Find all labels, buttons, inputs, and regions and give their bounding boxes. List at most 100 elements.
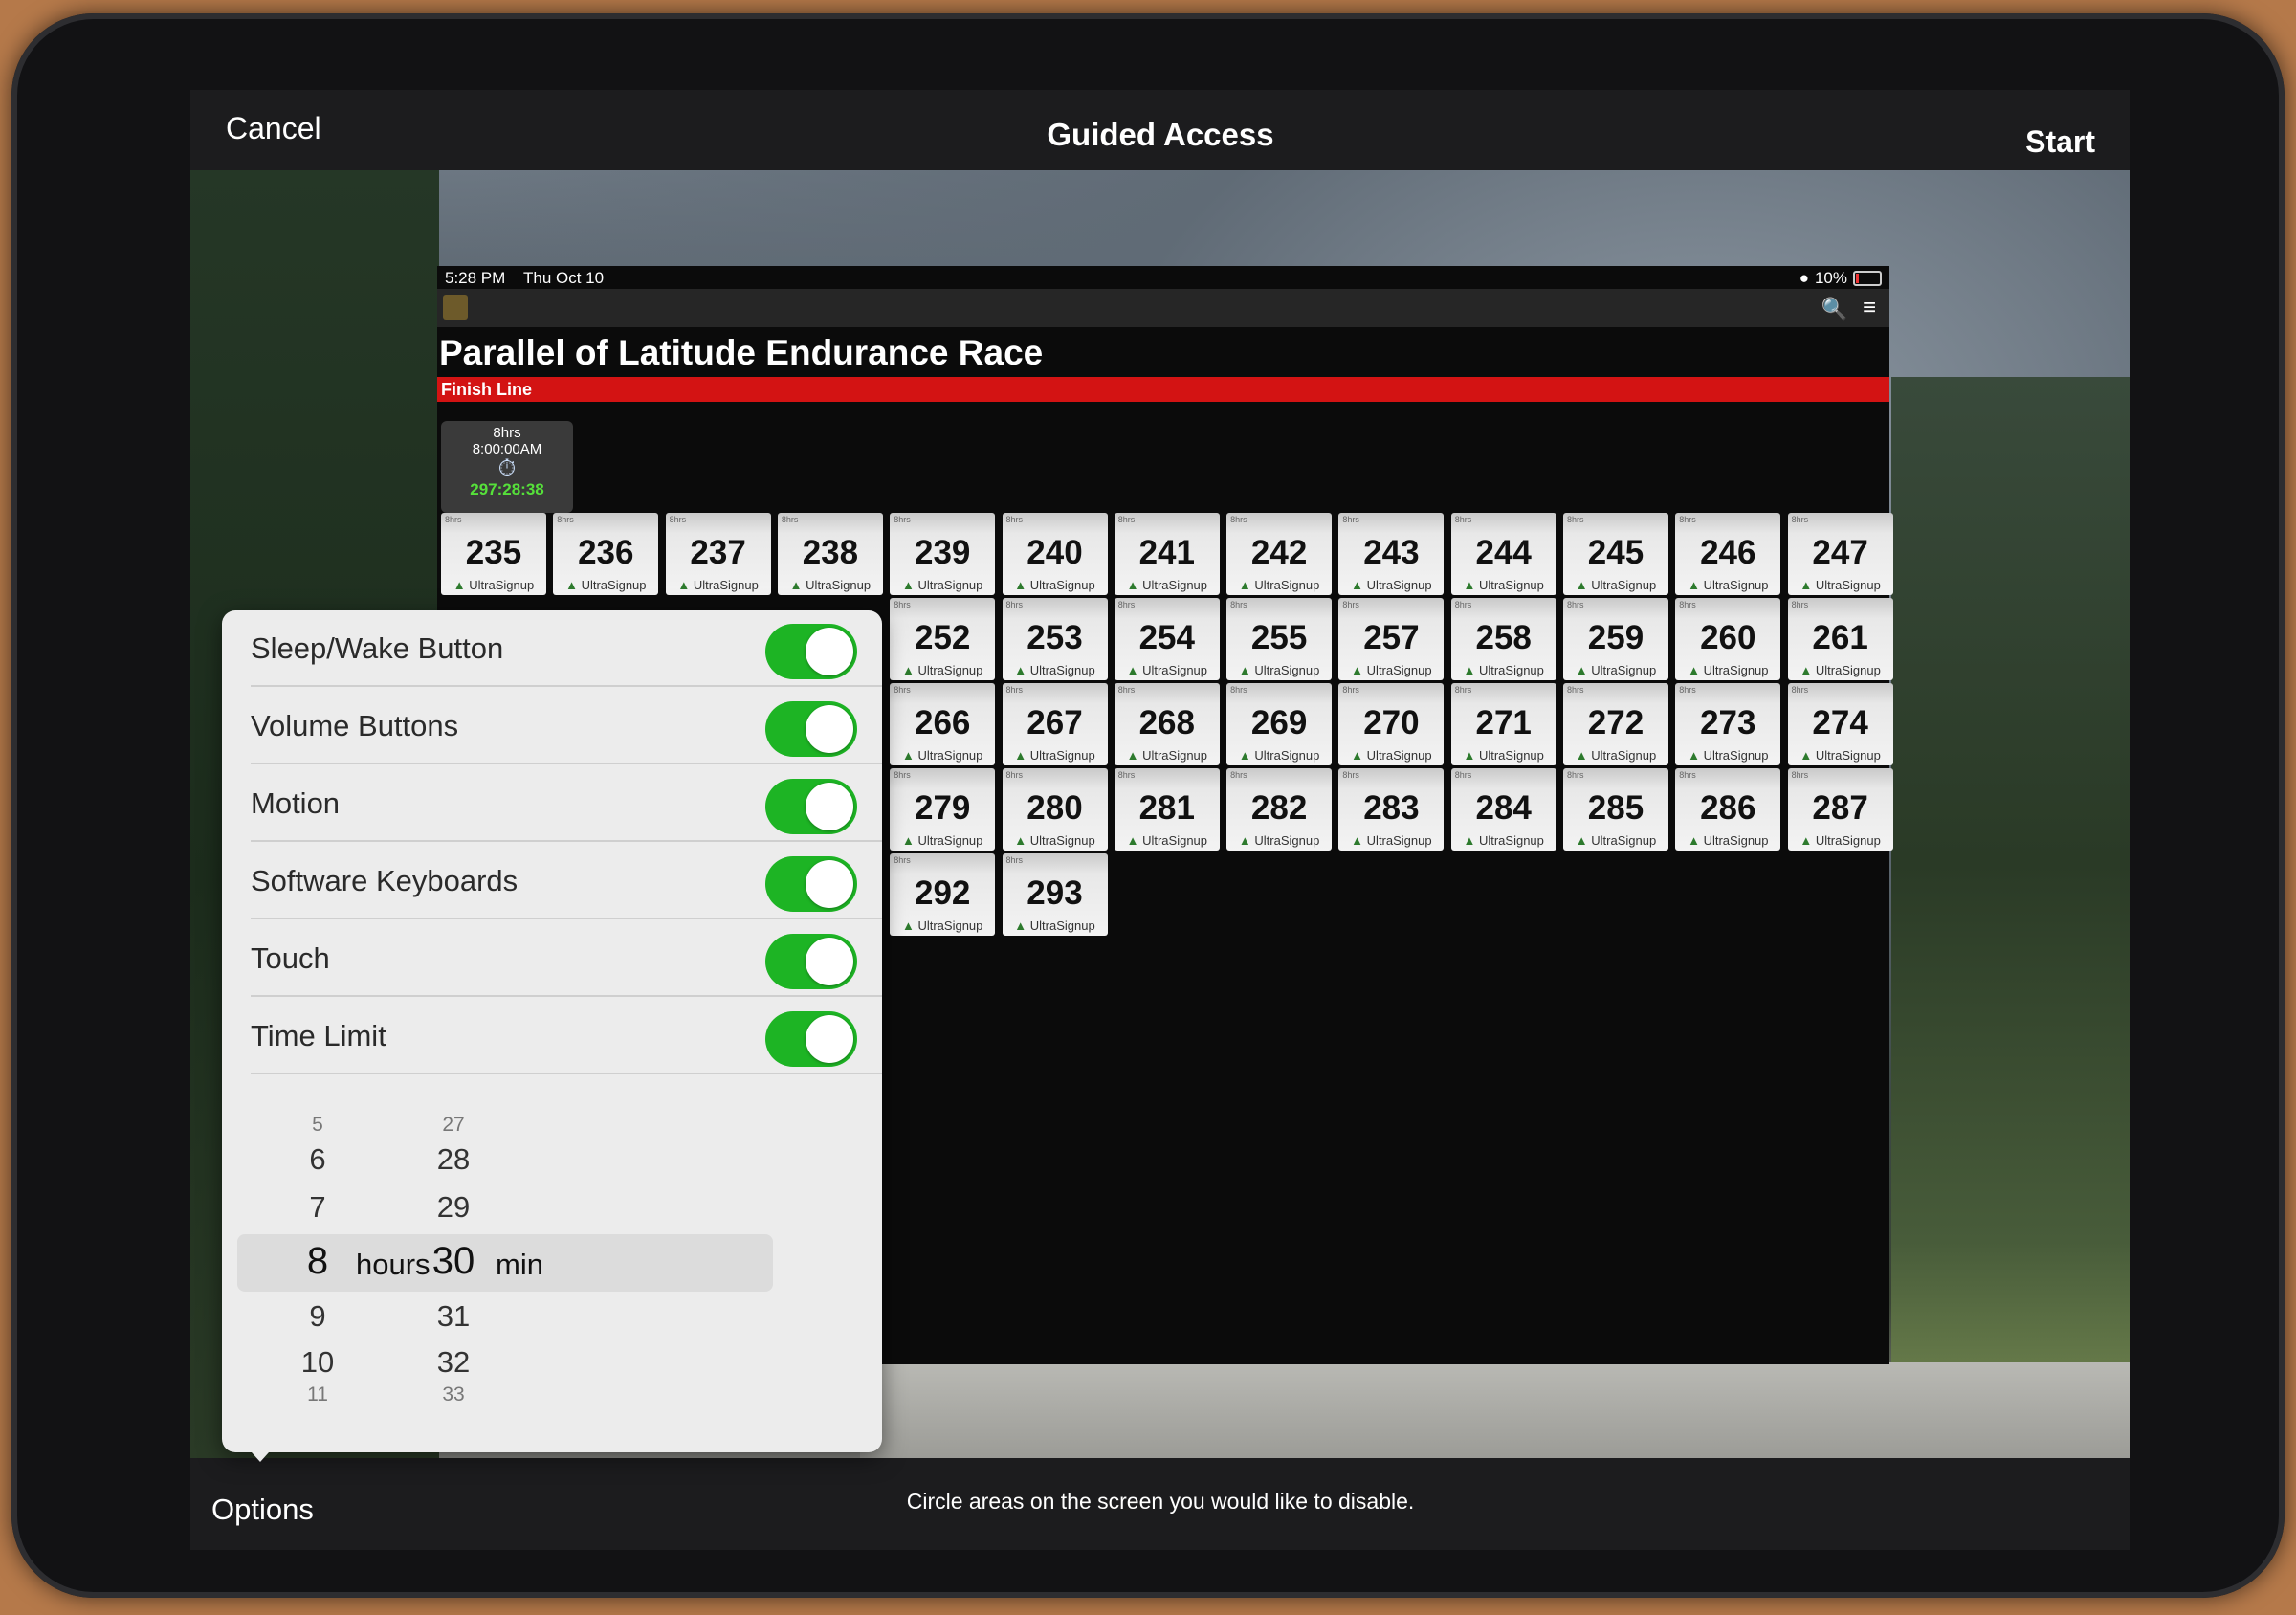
bib-number: 259	[1587, 619, 1645, 656]
bib-tile[interactable]: 8hrs 283 ▲ UltraSignup	[1338, 768, 1445, 851]
bib-tile[interactable]: 8hrs 235 ▲ UltraSignup	[441, 513, 546, 595]
bib-number: 255	[1250, 619, 1308, 656]
motion-toggle[interactable]	[765, 779, 857, 834]
tile-tag: 8hrs	[1342, 685, 1359, 695]
bib-tile[interactable]: 8hrs 268 ▲ UltraSignup	[1114, 683, 1220, 765]
bib-number: 268	[1138, 704, 1195, 741]
bib-tile[interactable]: 8hrs 238 ▲ UltraSignup	[777, 513, 883, 595]
bib-tile[interactable]: 8hrs 273 ▲ UltraSignup	[1675, 683, 1781, 765]
hours-option[interactable]: 9	[289, 1299, 346, 1334]
tree-icon: ▲	[901, 918, 915, 933]
menu-icon[interactable]: ≡	[1863, 295, 1876, 321]
bib-tile[interactable]: 8hrs 258 ▲ UltraSignup	[1450, 598, 1556, 680]
hours-option[interactable]: 7	[289, 1190, 346, 1225]
bib-tile[interactable]: 8hrs 236 ▲ UltraSignup	[553, 513, 659, 595]
bib-tile[interactable]: 8hrs 282 ▲ UltraSignup	[1226, 768, 1333, 851]
tile-tag: 8hrs	[1117, 600, 1136, 609]
tile-brand: ▲ UltraSignup	[1799, 578, 1881, 592]
bib-tile[interactable]: 8hrs 292 ▲ UltraSignup	[890, 853, 996, 936]
bib-tile[interactable]: 8hrs 242 ▲ UltraSignup	[1226, 513, 1333, 595]
bib-tile[interactable]: 8hrs 240 ▲ UltraSignup	[1002, 513, 1108, 595]
option-row-time-limit: Time Limit	[222, 998, 882, 1074]
bib-tile[interactable]: 8hrs 266 ▲ UltraSignup	[890, 683, 996, 765]
minutes-selected[interactable]: 30	[425, 1240, 482, 1283]
hours-selected[interactable]: 8	[289, 1240, 346, 1283]
status-right: ● 10%	[1799, 269, 1882, 288]
start-button[interactable]: Start	[2025, 124, 2095, 160]
tile-tag: 8hrs	[1342, 600, 1359, 609]
bib-tile[interactable]: 8hrs 271 ▲ UltraSignup	[1450, 683, 1556, 765]
bib-tile[interactable]: 8hrs 243 ▲ UltraSignup	[1338, 513, 1445, 595]
tree-icon: ▲	[901, 833, 915, 848]
hours-option[interactable]: 11	[289, 1383, 346, 1406]
bib-tile[interactable]: 8hrs 237 ▲ UltraSignup	[665, 513, 771, 595]
time-limit-picker[interactable]: 5 6 7 8 hours 9 10 11 27 28 29 30 min 31…	[222, 1100, 882, 1416]
volume-buttons-toggle[interactable]	[765, 701, 857, 757]
hours-option[interactable]: 10	[289, 1345, 346, 1380]
tile-tag: 8hrs	[1005, 515, 1024, 524]
tree-icon: ▲	[1126, 663, 1139, 677]
bib-tile[interactable]: 8hrs 270 ▲ UltraSignup	[1338, 683, 1445, 765]
tile-tag: 8hrs	[1117, 685, 1136, 695]
bib-number: 274	[1812, 704, 1868, 741]
search-icon[interactable]: 🔍	[1821, 297, 1847, 321]
bib-tile[interactable]: 8hrs 274 ▲ UltraSignup	[1787, 683, 1893, 765]
hours-unit: hours	[356, 1248, 430, 1281]
bib-tile[interactable]: 8hrs 253 ▲ UltraSignup	[1002, 598, 1108, 680]
tile-brand: ▲ UltraSignup	[1351, 663, 1432, 677]
minutes-option[interactable]: 29	[425, 1190, 482, 1225]
touch-toggle[interactable]	[765, 934, 857, 989]
bib-tile[interactable]: 8hrs 261 ▲ UltraSignup	[1787, 598, 1893, 680]
bib-tile[interactable]: 8hrs 257 ▲ UltraSignup	[1338, 598, 1445, 680]
tree-icon: ▲	[901, 578, 915, 592]
bib-tile[interactable]: 8hrs 281 ▲ UltraSignup	[1114, 768, 1220, 851]
bib-tile[interactable]: 8hrs 286 ▲ UltraSignup	[1675, 768, 1781, 851]
bib-tile[interactable]: 8hrs 269 ▲ UltraSignup	[1226, 683, 1333, 765]
bib-tile[interactable]: 8hrs 287 ▲ UltraSignup	[1787, 768, 1893, 851]
sleep-wake-toggle[interactable]	[765, 624, 857, 679]
tile-brand: ▲ UltraSignup	[1238, 578, 1320, 592]
tile-brand: ▲ UltraSignup	[1126, 578, 1208, 592]
minutes-option[interactable]: 33	[425, 1383, 482, 1406]
bib-tile[interactable]: 8hrs 244 ▲ UltraSignup	[1450, 513, 1556, 595]
bib-tile[interactable]: 8hrs 285 ▲ UltraSignup	[1563, 768, 1668, 851]
tree-icon: ▲	[1126, 578, 1139, 592]
option-label: Sleep/Wake Button	[251, 631, 504, 665]
bib-tile[interactable]: 8hrs 255 ▲ UltraSignup	[1226, 598, 1333, 680]
bib-tile[interactable]: 8hrs 284 ▲ UltraSignup	[1450, 768, 1556, 851]
bib-number: 271	[1475, 704, 1532, 741]
bib-tile[interactable]: 8hrs 260 ▲ UltraSignup	[1675, 598, 1781, 680]
hours-option[interactable]: 5	[289, 1114, 346, 1137]
bib-tile[interactable]: 8hrs 247 ▲ UltraSignup	[1787, 513, 1893, 595]
tile-brand: ▲ UltraSignup	[1575, 663, 1657, 677]
bib-tile[interactable]: 8hrs 272 ▲ UltraSignup	[1563, 683, 1668, 765]
app-logo-icon[interactable]	[443, 295, 468, 320]
hours-option[interactable]: 6	[289, 1142, 346, 1177]
minutes-option[interactable]: 32	[425, 1345, 482, 1380]
bib-number: 286	[1700, 789, 1756, 827]
tree-icon: ▲	[789, 578, 803, 592]
bib-tile[interactable]: 8hrs 245 ▲ UltraSignup	[1563, 513, 1668, 595]
minutes-option[interactable]: 31	[425, 1299, 482, 1334]
bib-number: 273	[1700, 704, 1756, 741]
bib-tile[interactable]: 8hrs 267 ▲ UltraSignup	[1002, 683, 1108, 765]
race-timer[interactable]: 8hrs 8:00:00AM ⏱ 297:28:38	[441, 421, 573, 513]
tile-tag: 8hrs	[1567, 515, 1584, 524]
bib-tile[interactable]: 8hrs 254 ▲ UltraSignup	[1114, 598, 1220, 680]
minutes-option[interactable]: 27	[425, 1114, 482, 1137]
bib-tile[interactable]: 8hrs 241 ▲ UltraSignup	[1114, 513, 1220, 595]
bib-tile[interactable]: 8hrs 239 ▲ UltraSignup	[890, 513, 996, 595]
time-limit-toggle[interactable]	[765, 1011, 857, 1067]
bib-number: 242	[1250, 534, 1308, 571]
hint-text: Circle areas on the screen you would lik…	[906, 1489, 1415, 1514]
bib-tile[interactable]: 8hrs 293 ▲ UltraSignup	[1002, 853, 1108, 936]
bib-tile[interactable]: 8hrs 280 ▲ UltraSignup	[1002, 768, 1108, 851]
bib-tile[interactable]: 8hrs 279 ▲ UltraSignup	[890, 768, 996, 851]
minutes-option[interactable]: 28	[425, 1142, 482, 1177]
bib-tile[interactable]: 8hrs 252 ▲ UltraSignup	[890, 598, 996, 680]
tile-brand: ▲ UltraSignup	[1238, 833, 1320, 848]
software-keyboards-toggle[interactable]	[765, 856, 857, 912]
race-title: Parallel of Latitude Endurance Race	[439, 333, 1044, 372]
bib-tile[interactable]: 8hrs 246 ▲ UltraSignup	[1675, 513, 1781, 595]
bib-tile[interactable]: 8hrs 259 ▲ UltraSignup	[1563, 598, 1668, 680]
